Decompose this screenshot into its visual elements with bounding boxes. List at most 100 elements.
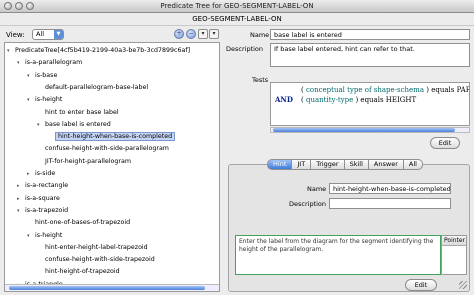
view-select-value: All — [36, 30, 45, 38]
tab-hint[interactable]: Hint — [267, 159, 293, 170]
disclosure-open-icon[interactable]: ▾ — [17, 205, 25, 217]
title-bar: Predicate Tree for GEO-SEGMENT-LABEL-ON — [0, 0, 474, 13]
disclosure-open-icon[interactable]: ▾ — [17, 57, 25, 69]
tree-node-label: is-a-trapezoid — [25, 206, 69, 214]
options-menu-button[interactable]: ▾ — [209, 29, 219, 39]
view-select[interactable]: All ▼ — [32, 29, 64, 40]
test-connective: AND — [275, 95, 293, 104]
description-label: Description — [226, 45, 264, 53]
name-label: Name — [250, 31, 270, 39]
tree-node[interactable]: hint-height-of-trapezoid — [37, 266, 120, 278]
hint-name-field[interactable]: hint-height-when-base-is-completed — [329, 183, 451, 194]
tree-node[interactable]: JIT-for-height-parallelogram — [37, 156, 131, 168]
hint-text-area[interactable]: Enter the label from the diagram for the… — [235, 235, 441, 275]
hint-name-label: Name — [307, 185, 327, 193]
tree-node[interactable]: confuse-height-with-side-trapezoid — [37, 254, 155, 266]
tab-skill[interactable]: Skill — [344, 159, 369, 170]
tab-bar: Hint JIT Trigger Skill Answer All — [267, 159, 423, 170]
pointer-column-header: Pointer — [442, 236, 466, 246]
predicate-tree: ▸is-a-trianglehint-height-of-trapezoidco… — [4, 42, 220, 292]
name-field[interactable]: base label is entered — [270, 29, 470, 40]
tree-node-label: hint-one-of-bases-of-trapezoid — [35, 219, 131, 227]
tree-node[interactable]: default-parallelogram-base-label — [37, 82, 148, 94]
tree-node[interactable]: ▸ is-side — [27, 168, 55, 180]
tree-node-label: default-parallelogram-base-label — [45, 83, 149, 91]
tab-panel: Hint JIT Trigger Skill Answer All Name hint-h… — [228, 159, 470, 292]
disclosure-open-icon[interactable]: ▾ — [27, 70, 35, 82]
tree-node[interactable]: ▾ is-height — [27, 94, 62, 106]
scrollbar-thumb[interactable] — [273, 128, 455, 132]
tree-node[interactable]: ▾ is-a-trapezoid — [17, 205, 68, 217]
tree-node-label: JIT-for-height-parallelogram — [45, 157, 131, 165]
tree-node-label: is-a-square — [25, 194, 60, 202]
tree-node[interactable]: hint-one-of-bases-of-trapezoid — [27, 217, 130, 229]
test-operator: equals — [360, 96, 384, 104]
disclosure-closed-icon[interactable]: ▸ — [17, 180, 25, 192]
tree-node[interactable]: ▾ PredicateTree[4cf5b419-2199-40a3-be7b-3… — [7, 45, 190, 57]
disclosure-open-icon[interactable]: ▾ — [7, 45, 15, 57]
tab-trigger[interactable]: Trigger — [311, 159, 345, 170]
tree-node[interactable]: ▾ is-a-parallelogram — [17, 57, 82, 69]
add-node-button[interactable]: + — [174, 29, 184, 39]
tab-answer[interactable]: Answer — [368, 159, 404, 170]
edit-tests-button[interactable]: Edit — [430, 137, 460, 149]
tree-node-label: is-base — [35, 71, 58, 79]
tree-node-label: hint to enter base label — [45, 108, 119, 116]
tests-editor[interactable]: ( conceptual type of shape-schema ) equa… — [270, 82, 470, 126]
window-body: GEO-SEGMENT-LABEL-ON View: All ▼ + − ▾ ▾… — [0, 13, 474, 295]
tree-node-label: hint-enter-height-label-trapezoid — [45, 243, 148, 251]
disclosure-closed-icon[interactable]: ▸ — [27, 168, 35, 180]
disclosure-open-icon[interactable]: ▾ — [37, 119, 45, 131]
test-paren: ( — [301, 96, 304, 104]
details-pane: Name base label is entered Description I… — [226, 28, 470, 292]
tree-node[interactable]: confuse-height-with-side-parallelogram — [37, 143, 169, 155]
tree-node-label: confuse-height-with-side-trapezoid — [45, 256, 155, 264]
tree-node-label: PredicateTree[4cf5b419-2199-40a3-be7b-3c… — [15, 47, 191, 54]
tree-node-label: base label is entered — [45, 120, 111, 128]
tree-node[interactable]: hint-enter-height-label-trapezoid — [37, 242, 148, 254]
test-concept: conceptual type of shape-schema — [305, 86, 424, 94]
tree-node-label: confuse-height-with-side-parallelogram — [45, 145, 169, 153]
tree-node[interactable]: ▾ is-base — [27, 70, 57, 82]
tree-node-label: is-a-parallelogram — [25, 59, 83, 67]
tree-pane: View: All ▼ + − ▾ ▾ ▸is-a-trianglehint-h… — [4, 28, 220, 292]
view-toolbar: View: All ▼ + − ▾ ▾ — [4, 28, 220, 42]
tab-all[interactable]: All — [403, 159, 423, 170]
tree-node-label: is-height — [35, 96, 63, 104]
tree-node[interactable]: ▸ is-a-rectangle — [17, 180, 68, 192]
disclosure-open-icon[interactable]: ▾ — [27, 230, 35, 242]
expand-menu-button[interactable]: ▾ — [198, 29, 208, 39]
tree-node-label: hint-height-when-base-is-completed — [55, 132, 176, 142]
remove-node-button[interactable]: − — [186, 29, 196, 39]
hint-description-field[interactable] — [329, 198, 451, 209]
disclosure-open-icon[interactable]: ▾ — [27, 94, 35, 106]
test-value: PAR — [456, 86, 470, 94]
predicate-header: GEO-SEGMENT-LABEL-ON — [0, 13, 474, 26]
description-field[interactable]: If base label entered, hint can refer to… — [270, 43, 470, 67]
tree-horizontal-scrollbar[interactable] — [5, 284, 219, 291]
test-concept: quantity-type — [305, 96, 354, 104]
disclosure-closed-icon[interactable]: ▸ — [17, 193, 25, 205]
tree-node-label: hint-height-of-trapezoid — [45, 268, 120, 276]
tree-node[interactable]: ▾ base label is entered — [37, 119, 111, 131]
test-line: AND ( quantity-type ) equals HEIGHT — [275, 95, 465, 105]
tests-label: Tests — [252, 76, 269, 84]
test-paren: ( — [301, 86, 304, 94]
tests-horizontal-scrollbar[interactable] — [270, 127, 470, 133]
tab-jit[interactable]: JIT — [292, 159, 312, 170]
tree-node[interactable]: hint-height-when-base-is-completed — [47, 131, 176, 143]
edit-hint-button[interactable]: Edit — [405, 279, 437, 291]
hint-description-label: Description — [289, 200, 327, 208]
window-title: Predicate Tree for GEO-SEGMENT-LABEL-ON — [160, 2, 314, 10]
test-line: ( conceptual type of shape-schema ) equa… — [275, 85, 469, 95]
test-paren: ) — [426, 86, 429, 94]
tree-node[interactable]: ▸ is-a-square — [17, 193, 60, 205]
resize-grip-icon[interactable] — [459, 281, 467, 289]
pointer-table[interactable]: Pointer — [441, 235, 467, 275]
tree-node-label: is-side — [35, 170, 56, 177]
test-operator: equals — [431, 86, 455, 94]
chevron-down-icon: ▼ — [54, 30, 63, 39]
scrollbar-thumb[interactable] — [9, 286, 205, 290]
tree-node[interactable]: ▾ is-height — [27, 230, 62, 242]
tree-node[interactable]: hint to enter base label — [37, 107, 119, 119]
